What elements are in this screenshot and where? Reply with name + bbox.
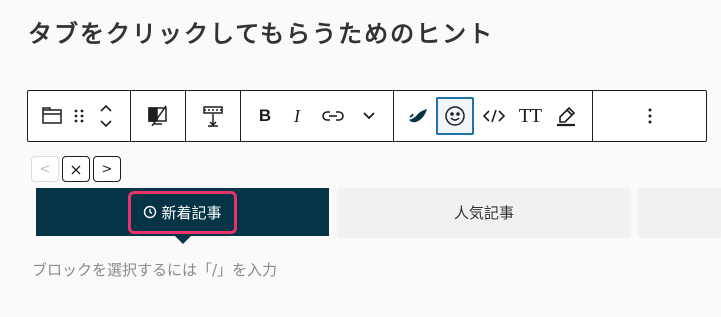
- toolbar-group-visibility: [131, 91, 186, 141]
- toggle-visibility-icon[interactable]: [139, 98, 177, 134]
- more-options-icon[interactable]: [634, 98, 666, 134]
- block-placeholder[interactable]: ブロックを選択するには「/」を入力: [32, 259, 277, 280]
- toolbar-group-extras: TT: [394, 91, 593, 141]
- align-vertical-icon[interactable]: [194, 98, 232, 134]
- marker-icon[interactable]: [548, 98, 584, 134]
- move-up-down-icon[interactable]: [90, 98, 122, 134]
- tab-new-articles[interactable]: 新着記事: [36, 188, 329, 244]
- prev-tab-button[interactable]: <: [31, 156, 59, 182]
- toolbar-group-align: [186, 91, 241, 141]
- tab-popular-articles[interactable]: 人気記事: [338, 188, 630, 236]
- toolbar-group-more: [593, 91, 706, 141]
- tab-label: 新着記事: [161, 203, 222, 222]
- text-size-icon[interactable]: TT: [512, 98, 548, 134]
- tab-nav-controls: < × >: [31, 156, 121, 182]
- link-icon[interactable]: [313, 98, 353, 134]
- tab-label: 人気記事: [453, 203, 514, 222]
- tabs-block-icon[interactable]: [36, 98, 68, 134]
- close-tab-button[interactable]: ×: [62, 156, 90, 182]
- emoji-icon[interactable]: [436, 97, 474, 135]
- bold-icon[interactable]: B: [249, 98, 281, 134]
- highlight-icon[interactable]: [402, 98, 434, 134]
- tab-third[interactable]: [639, 188, 721, 236]
- toolbar-group-block: [28, 91, 131, 141]
- clock-icon: [144, 205, 157, 219]
- code-icon[interactable]: [476, 98, 512, 134]
- drag-handle-icon[interactable]: [68, 98, 90, 134]
- toolbar-group-format: B I: [241, 91, 394, 141]
- page-heading: タブをクリックしてもらうためのヒント: [28, 20, 495, 48]
- chevron-down-icon[interactable]: [353, 98, 385, 134]
- block-toolbar: B I TT: [27, 90, 707, 142]
- editor-page: タブをクリックしてもらうためのヒント B I TT < × > 新着記事 人気記…: [0, 0, 721, 317]
- tab-bar: 新着記事 人気記事: [36, 188, 721, 244]
- tab-highlight-box: 新着記事: [128, 190, 237, 234]
- next-tab-button[interactable]: >: [93, 156, 121, 182]
- italic-icon[interactable]: I: [281, 98, 313, 134]
